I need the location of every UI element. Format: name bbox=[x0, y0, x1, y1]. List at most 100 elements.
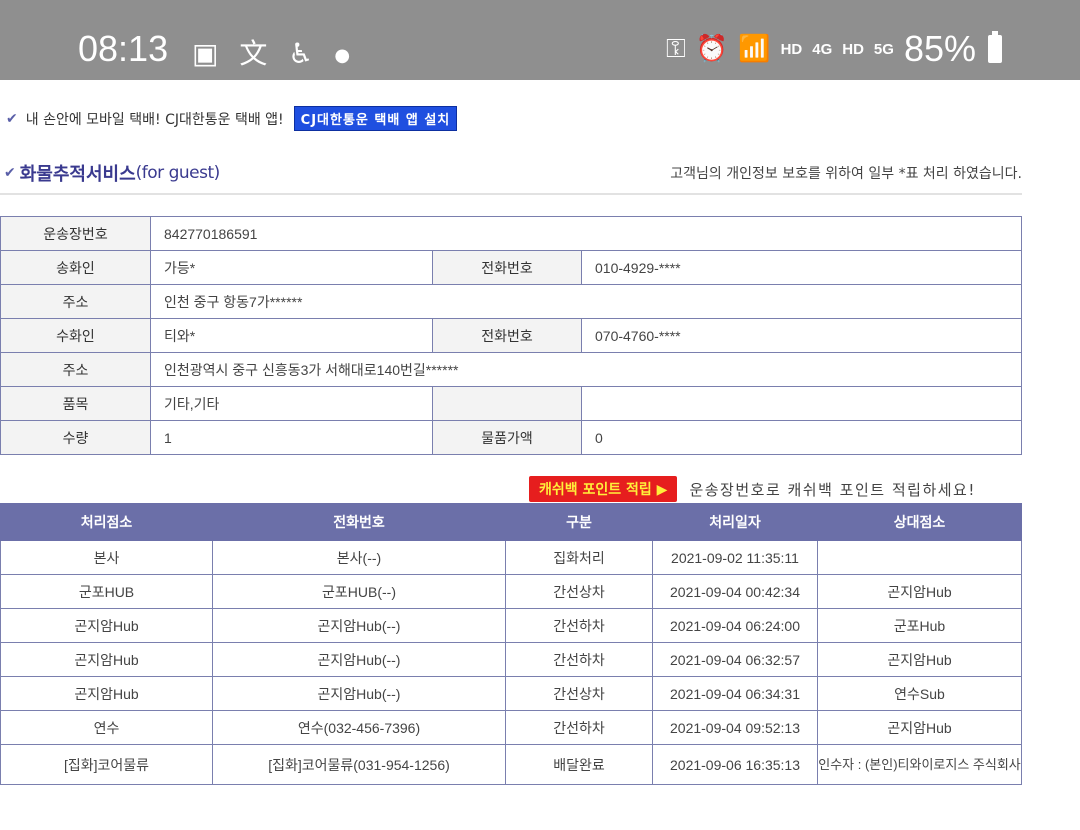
battery-percent: 85% bbox=[903, 28, 976, 69]
clock: 08:13 bbox=[78, 28, 169, 69]
table-row: 연수 연수(032-456-7396) 간선하차 2021-09-04 09:5… bbox=[0, 710, 1022, 745]
cashback-row: 캐쉬백 포인트 적립 ▶ 운송장번호로 캐쉬백 포인트 적립하세요! bbox=[529, 476, 976, 502]
col-header-phone: 전화번호 bbox=[212, 503, 506, 541]
item-label: 품목 bbox=[0, 386, 151, 421]
check-icon: ✔ bbox=[6, 110, 18, 127]
cell-counterpart: 인수자 : (본인)티와이로지스 주식회사 bbox=[817, 744, 1022, 785]
cell-date: 2021-09-06 16:35:13 bbox=[652, 744, 818, 785]
promo-banner: ✔ 내 손안에 모바일 택배! CJ대한통운 택배 앱! CJ대한통운 택배 앱… bbox=[6, 106, 458, 131]
cell-counterpart: 곤지암Hub bbox=[817, 710, 1022, 745]
check-icon: ✔ bbox=[4, 165, 16, 181]
cell-branch: [집화]코어물류 bbox=[0, 744, 213, 785]
wifi-icon: 📶 bbox=[738, 34, 771, 64]
cell-type: 간선하차 bbox=[505, 710, 653, 745]
image-icon: ▣ bbox=[192, 37, 219, 70]
table-row: 수화인 티와* 전화번호 070-4760-**** bbox=[0, 318, 1022, 353]
promo-text: 내 손안에 모바일 택배! CJ대한통운 택배 앱! bbox=[25, 111, 284, 128]
cell-phone: 곤지암Hub(--) bbox=[212, 642, 506, 677]
table-row: 송화인 가등* 전화번호 010-4929-**** bbox=[0, 250, 1022, 285]
table-row: 품목 기타,기타 bbox=[0, 386, 1022, 421]
table-row: 본사 본사(--) 집화처리 2021-09-02 11:35:11 bbox=[0, 540, 1022, 575]
table-row: 군포HUB 군포HUB(--) 간선상차 2021-09-04 00:42:34… bbox=[0, 574, 1022, 609]
table-row: 주소 인천 중구 항동7가****** bbox=[0, 284, 1022, 319]
hd-label-2: HD bbox=[842, 40, 864, 58]
battery-icon bbox=[988, 31, 1002, 63]
shipment-info-table: 운송장번호 842770186591 송화인 가등* 전화번호 010-4929… bbox=[0, 216, 1022, 455]
title-ko: 화물추적서비스 bbox=[19, 164, 136, 185]
cell-phone: 군포HUB(--) bbox=[212, 574, 506, 609]
cell-counterpart: 곤지암Hub bbox=[817, 642, 1022, 677]
divider bbox=[0, 193, 1022, 195]
receiver-phone-value: 070-4760-**** bbox=[581, 318, 1022, 353]
alarm-icon: ⏰ bbox=[695, 34, 729, 64]
cell-date: 2021-09-04 06:34:31 bbox=[652, 676, 818, 711]
cell-counterpart: 연수Sub bbox=[817, 676, 1022, 711]
sender-address-value: 인천 중구 항동7가****** bbox=[150, 284, 1022, 319]
key-icon: ⚿ bbox=[666, 33, 686, 64]
privacy-note: 고객님의 개인정보 보호를 위하여 일부 *표 처리 하였습니다. bbox=[670, 166, 1022, 182]
sender-phone-label: 전화번호 bbox=[432, 250, 582, 285]
accessibility-icon: ♿ bbox=[288, 37, 314, 70]
network-5g-label: 5G bbox=[873, 40, 894, 58]
sender-phone-value: 010-4929-**** bbox=[581, 250, 1022, 285]
item-value: 기타,기타 bbox=[150, 386, 433, 421]
notification-icons: ▣ 文 ♿ ● bbox=[192, 32, 362, 72]
cell-phone: 연수(032-456-7396) bbox=[212, 710, 506, 745]
table-row: 곤지암Hub 곤지암Hub(--) 간선하차 2021-09-04 06:24:… bbox=[0, 608, 1022, 643]
quantity-label: 수량 bbox=[0, 420, 151, 455]
table-row: 곤지암Hub 곤지암Hub(--) 간선하차 2021-09-04 06:32:… bbox=[0, 642, 1022, 677]
waybill-value: 842770186591 bbox=[150, 216, 1022, 251]
empty-label bbox=[432, 386, 582, 421]
sender-address-label: 주소 bbox=[0, 284, 151, 319]
col-header-type: 구분 bbox=[505, 503, 653, 541]
cashback-button[interactable]: 캐쉬백 포인트 적립 ▶ bbox=[529, 476, 678, 502]
cell-counterpart bbox=[817, 540, 1022, 575]
cell-phone: 곤지암Hub(--) bbox=[212, 608, 506, 643]
receiver-address-value: 인천광역시 중구 신흥동3가 서해대로140번길****** bbox=[150, 352, 1022, 387]
status-bar: 08:13 ▣ 文 ♿ ● ⚿ ⏰ 📶 HD 4G HD 5G 85% bbox=[0, 0, 1080, 80]
sender-label: 송화인 bbox=[0, 250, 151, 285]
table-row: [집화]코어물류 [집화]코어물류(031-954-1256) 배달완료 202… bbox=[0, 744, 1022, 785]
receiver-value: 티와* bbox=[150, 318, 433, 353]
table-row: 곤지암Hub 곤지암Hub(--) 간선상차 2021-09-04 06:34:… bbox=[0, 676, 1022, 711]
tracking-table: 처리점소 전화번호 구분 처리일자 상대점소 본사 본사(--) 집화처리 20… bbox=[0, 503, 1022, 785]
cashback-text: 운송장번호로 캐쉬백 포인트 적립하세요! bbox=[689, 480, 976, 499]
dot-icon: ● bbox=[334, 44, 351, 66]
table-header-row: 처리점소 전화번호 구분 처리일자 상대점소 bbox=[0, 503, 1022, 541]
cell-phone: 본사(--) bbox=[212, 540, 506, 575]
table-row: 수량 1 물품가액 0 bbox=[0, 420, 1022, 455]
col-header-branch: 처리점소 bbox=[0, 503, 213, 541]
receiver-phone-label: 전화번호 bbox=[432, 318, 582, 353]
cell-branch: 곤지암Hub bbox=[0, 676, 213, 711]
network-4g-label: 4G bbox=[812, 40, 833, 58]
cell-type: 간선상차 bbox=[505, 574, 653, 609]
cell-phone: 곤지암Hub(--) bbox=[212, 676, 506, 711]
table-row: 운송장번호 842770186591 bbox=[0, 216, 1022, 251]
empty-value bbox=[581, 386, 1022, 421]
col-header-counterpart: 상대점소 bbox=[817, 503, 1022, 541]
cell-type: 간선하차 bbox=[505, 608, 653, 643]
price-label: 물품가액 bbox=[432, 420, 582, 455]
quantity-value: 1 bbox=[150, 420, 433, 455]
cell-branch: 연수 bbox=[0, 710, 213, 745]
cell-branch: 군포HUB bbox=[0, 574, 213, 609]
install-app-button[interactable]: CJ대한통운 택배 앱 설치 bbox=[293, 106, 458, 131]
cell-type: 집화처리 bbox=[505, 540, 653, 575]
cell-phone: [집화]코어물류(031-954-1256) bbox=[212, 744, 506, 785]
translate-icon: 文 bbox=[239, 37, 268, 70]
cell-date: 2021-09-02 11:35:11 bbox=[652, 540, 818, 575]
cell-counterpart: 곤지암Hub bbox=[817, 574, 1022, 609]
title-en: (for guest) bbox=[135, 163, 221, 183]
col-header-date: 처리일자 bbox=[652, 503, 818, 541]
receiver-label: 수화인 bbox=[0, 318, 151, 353]
receiver-address-label: 주소 bbox=[0, 352, 151, 387]
hd-label: HD bbox=[780, 40, 803, 58]
sender-value: 가등* bbox=[150, 250, 433, 285]
cell-date: 2021-09-04 06:32:57 bbox=[652, 642, 818, 677]
cell-type: 간선하차 bbox=[505, 642, 653, 677]
cell-counterpart: 군포Hub bbox=[817, 608, 1022, 643]
cell-branch: 본사 bbox=[0, 540, 213, 575]
waybill-label: 운송장번호 bbox=[0, 216, 151, 251]
table-row: 주소 인천광역시 중구 신흥동3가 서해대로140번길****** bbox=[0, 352, 1022, 387]
system-icons: ⚿ ⏰ 📶 HD 4G HD 5G 85% bbox=[666, 28, 1002, 70]
